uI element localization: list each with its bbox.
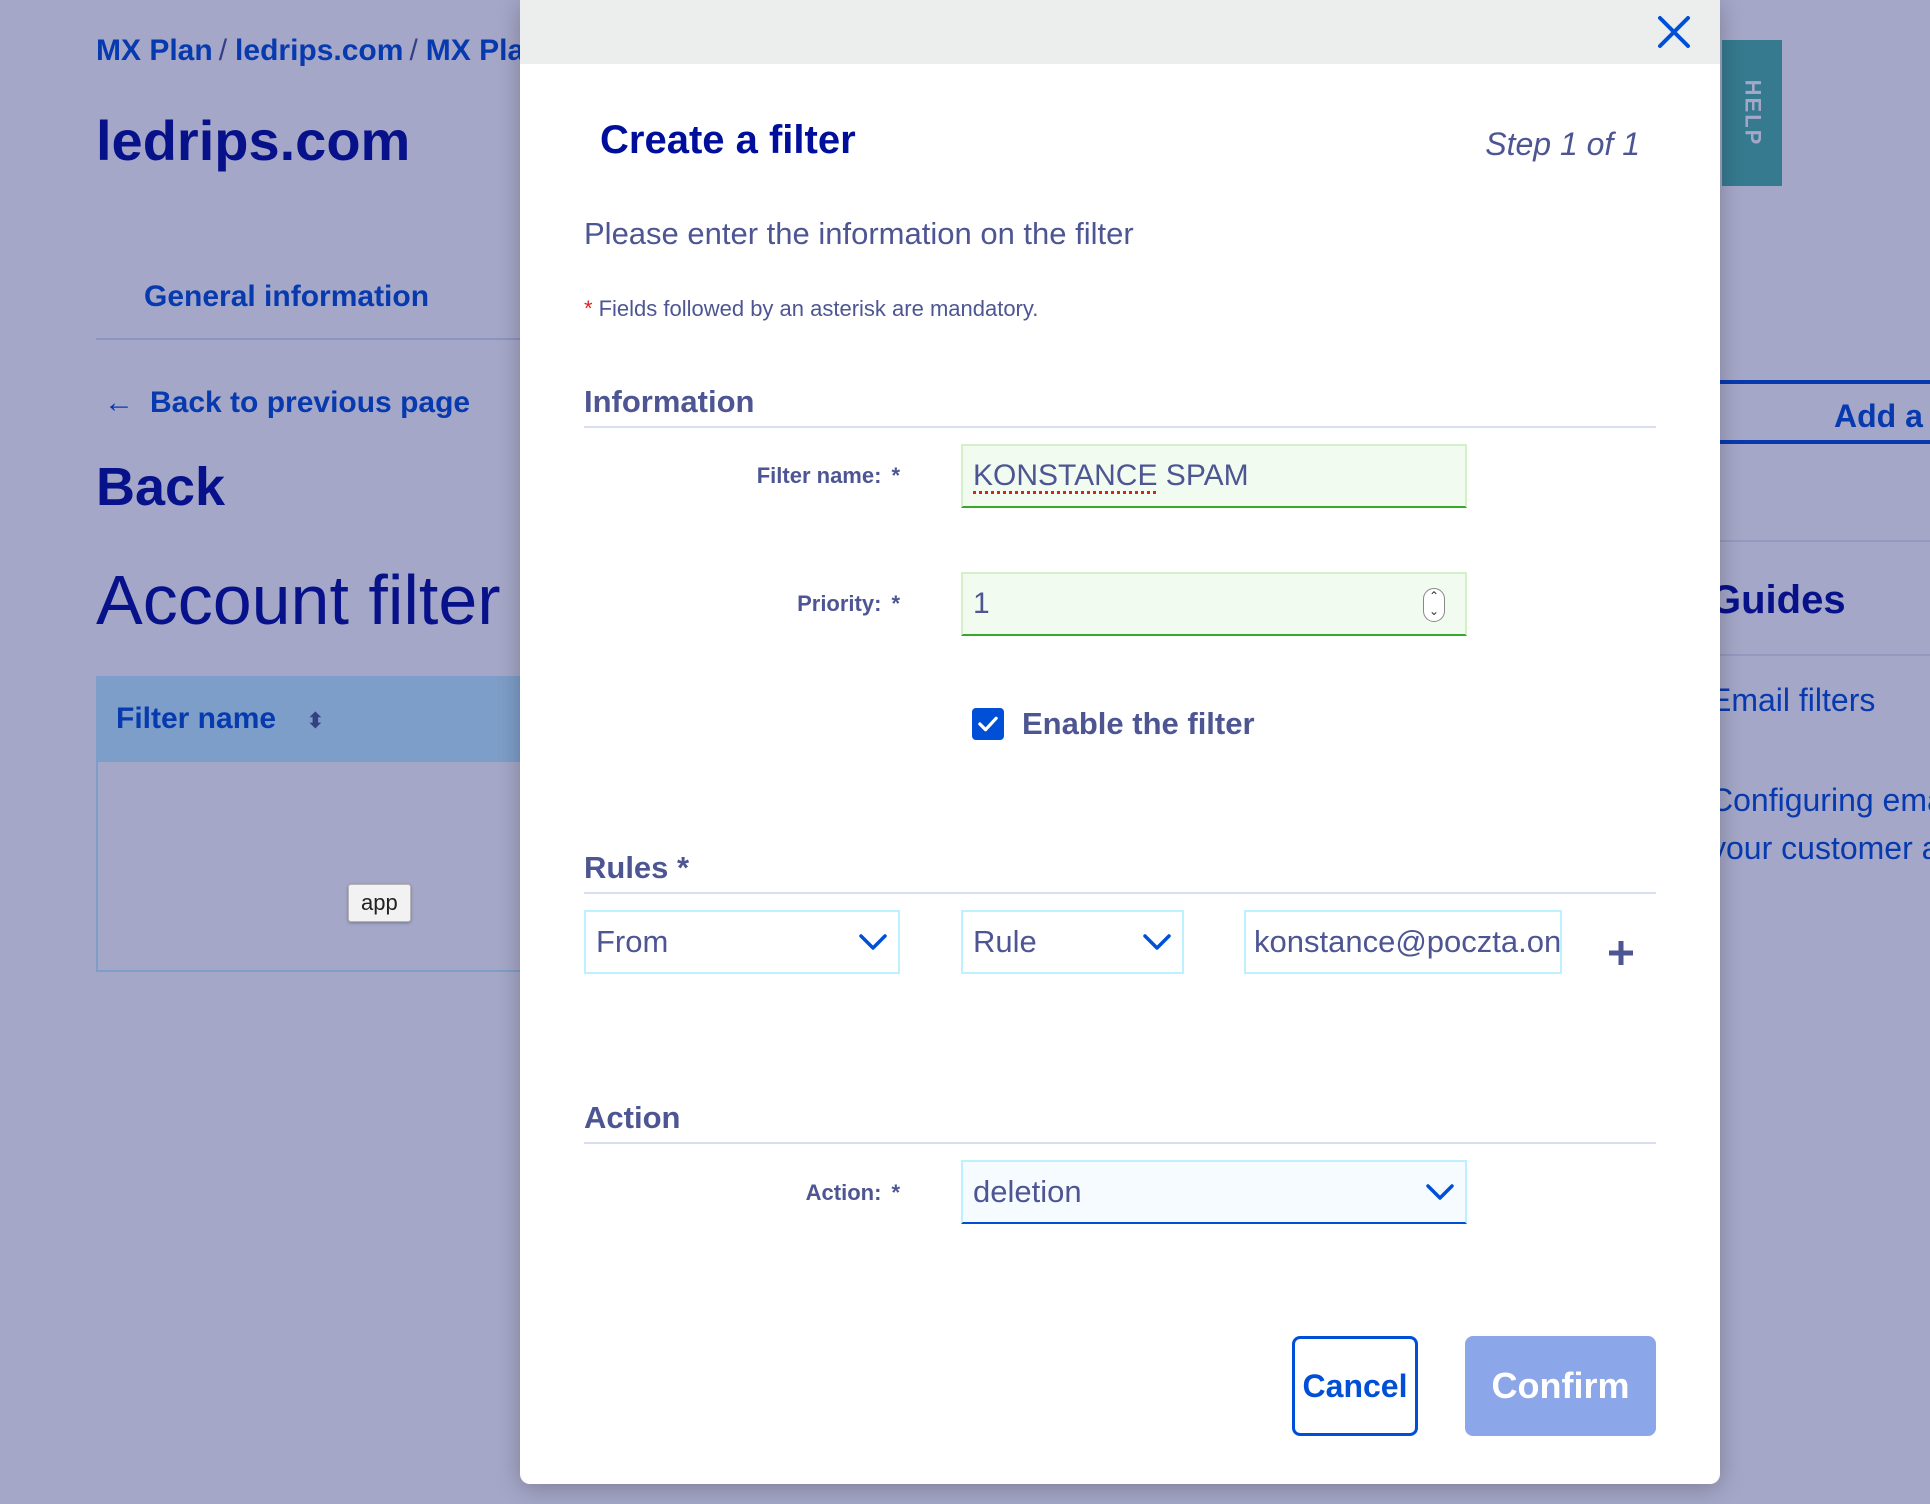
filter-name-label-text: Filter name:: [756, 463, 882, 488]
chevron-down-icon: [1143, 934, 1171, 950]
action-value: deletion: [973, 1174, 1082, 1209]
action-select[interactable]: deletion: [961, 1160, 1467, 1224]
rule-value: konstance@poczta.on: [1254, 924, 1562, 959]
filter-name-value: KONSTANCE: [973, 459, 1158, 492]
mandatory-note: * Fields followed by an asterisk are mand…: [584, 296, 1038, 322]
priority-value: 1: [973, 587, 990, 620]
cancel-button[interactable]: Cancel: [1292, 1336, 1418, 1436]
priority-input[interactable]: 1 ⌃ ⌄: [961, 572, 1467, 636]
spinner-up-icon[interactable]: ⌃: [1424, 589, 1444, 604]
action-label: Action: *: [806, 1180, 900, 1206]
chevron-down-icon: [859, 934, 887, 950]
required-asterisk: *: [891, 1180, 900, 1205]
modal-header-bar: [520, 0, 1720, 64]
section-title-rules: Rules *: [584, 850, 690, 885]
section-title-information: Information: [584, 384, 755, 419]
required-asterisk: *: [891, 463, 900, 488]
section-divider: [584, 1142, 1656, 1144]
checkmark-icon[interactable]: [972, 708, 1004, 740]
intro-text: Please enter the information on the filt…: [584, 216, 1134, 251]
rule-value-input[interactable]: konstance@poczta.on: [1244, 910, 1562, 974]
enable-filter-checkbox[interactable]: Enable the filter: [972, 706, 1255, 742]
filter-name-input[interactable]: KONSTANCE SPAM: [961, 444, 1467, 508]
filter-name-value-2: SPAM: [1157, 459, 1249, 492]
asterisk: *: [584, 296, 593, 321]
mandatory-note-text: Fields followed by an asterisk are manda…: [598, 296, 1039, 321]
rule-operator-select[interactable]: Rule: [961, 910, 1184, 974]
modal-title: Create a filter: [600, 118, 856, 162]
priority-label: Priority: *: [797, 591, 900, 617]
chevron-down-icon: [1426, 1184, 1454, 1200]
confirm-button[interactable]: Confirm: [1465, 1336, 1656, 1436]
enable-filter-label: Enable the filter: [1022, 706, 1255, 741]
number-spinner[interactable]: ⌃ ⌄: [1423, 588, 1445, 622]
rule-operator-value: Rule: [973, 924, 1037, 959]
create-filter-modal: Create a filter Step 1 of 1 Please enter…: [520, 0, 1720, 1484]
close-icon[interactable]: [1652, 10, 1696, 54]
rule-header-select[interactable]: From: [584, 910, 900, 974]
priority-label-text: Priority:: [797, 591, 882, 616]
section-title-action: Action: [584, 1100, 681, 1135]
required-asterisk: *: [891, 591, 900, 616]
action-label-text: Action:: [805, 1180, 882, 1205]
tooltip: app: [348, 884, 411, 922]
rule-header-value: From: [596, 924, 669, 959]
section-divider: [584, 892, 1656, 894]
section-divider: [584, 426, 1656, 428]
filter-name-label: Filter name: *: [757, 463, 900, 489]
spinner-down-icon[interactable]: ⌄: [1424, 604, 1444, 619]
step-indicator: Step 1 of 1: [1485, 126, 1640, 162]
add-rule-plus-icon[interactable]: [1606, 938, 1636, 968]
